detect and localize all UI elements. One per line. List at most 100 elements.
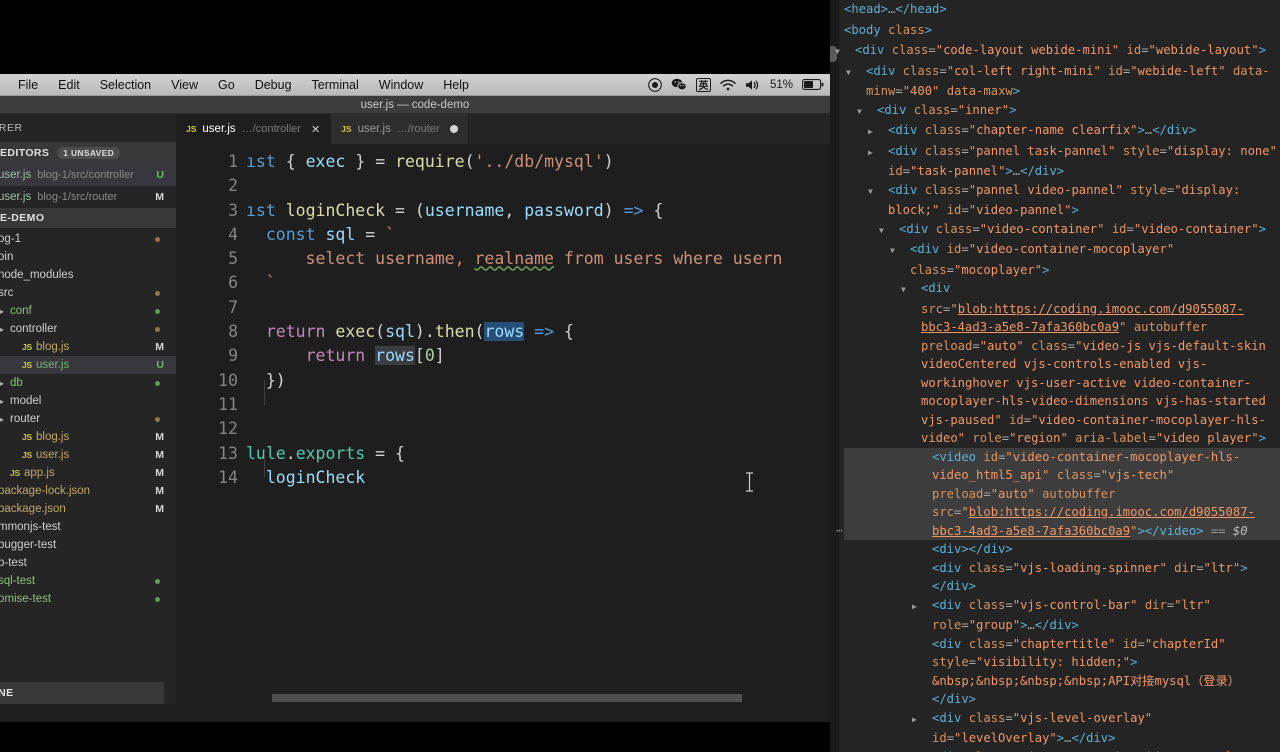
menu-edit[interactable]: Edit	[48, 78, 90, 92]
editor-tab-bar: JS user.js …/controller ✕ JS user.js …/r…	[176, 114, 830, 144]
close-icon[interactable]: ✕	[311, 123, 320, 136]
chevron-right-icon[interactable]	[834, 2, 844, 21]
horizontal-scrollbar[interactable]	[272, 694, 742, 702]
tree-item-omise-test[interactable]: ▸omise-test	[0, 590, 176, 608]
menu-debug[interactable]: Debug	[245, 78, 302, 92]
js-file-icon: JS	[341, 124, 351, 134]
tree-item-blog-js[interactable]: JSblog.jsM	[0, 338, 176, 356]
js-file-icon: JS	[22, 450, 32, 460]
battery-percent-label: 51%	[770, 79, 793, 91]
window-title: user.js — code-demo	[0, 96, 830, 114]
dom-node-markup: <div class="vjs-level-overlay" id="level…	[932, 711, 1160, 746]
tree-item-model[interactable]: ▸model	[0, 392, 176, 410]
dom-node-markup: <div class="col-left right-mini" id="web…	[866, 64, 1270, 99]
volume-icon[interactable]	[745, 79, 761, 91]
tree-item-oin[interactable]: ▸oin	[0, 248, 176, 266]
dom-node-line[interactable]: <div class="chaptertitle" id="chapterId"…	[844, 635, 1280, 672]
git-status-badge: M	[155, 503, 164, 515]
dom-node-line[interactable]: <div src="blob:https://coding.imooc.com/…	[844, 279, 1280, 448]
js-file-icon: JS	[186, 124, 196, 134]
dom-node-line[interactable]: <div class="inner">	[844, 101, 1280, 122]
dom-node-markup: &nbsp;&nbsp;&nbsp;&nbsp;API对接mysql（登录）	[932, 674, 1240, 688]
chevron-down-icon[interactable]	[834, 23, 844, 42]
dom-node-line[interactable]: <head>…</head>	[844, 0, 1280, 21]
dom-tree[interactable]: <head>…</head><body class><div class="co…	[830, 0, 1280, 752]
tree-item-mmonjs-test[interactable]: ▸mmonjs-test	[0, 518, 176, 536]
menu-go[interactable]: Go	[208, 78, 245, 92]
input-method-icon[interactable]: 英	[696, 78, 711, 92]
project-root-header[interactable]: E-DEMO	[0, 208, 176, 228]
tree-item-node-modules[interactable]: ▸node_modules	[0, 266, 176, 284]
chevron-right-icon[interactable]	[922, 711, 932, 730]
tree-item-app-js[interactable]: JSapp.jsM	[0, 464, 176, 482]
tree-item-package-lock-json[interactable]: package-lock.jsonM	[0, 482, 176, 500]
chevron-right-icon[interactable]	[878, 144, 888, 163]
tree-item-og-1[interactable]: ▸og-1	[0, 230, 176, 248]
outline-header[interactable]: LINE	[0, 682, 164, 704]
dom-node-line[interactable]: <div class="pannel task-pannel" style="d…	[844, 142, 1280, 181]
open-editors-header[interactable]: EDITORS 1 UNSAVED	[0, 142, 176, 164]
code-text[interactable]: ıst { exec } = require('../db/mysql') ıs…	[246, 150, 830, 490]
dom-node-line[interactable]: <div></div>	[844, 540, 1280, 559]
tree-item-user-js[interactable]: JSuser.jsU	[0, 356, 176, 374]
tree-item-blog-js[interactable]: JSblog.jsM	[0, 428, 176, 446]
chevron-down-icon[interactable]	[856, 64, 866, 83]
wechat-icon[interactable]	[671, 78, 687, 91]
record-stop-icon[interactable]	[648, 78, 662, 92]
dom-node-line[interactable]: <div class="pannel video-pannel" style="…	[844, 181, 1280, 220]
unsaved-dot-icon[interactable]	[450, 125, 458, 133]
dom-node-line[interactable]: <div class="code-layout webide-mini" id=…	[844, 41, 1280, 62]
tree-item-label: router	[10, 413, 40, 425]
chevron-down-icon[interactable]	[867, 103, 877, 122]
dom-node-line[interactable]: <div class="chapter-name clearfix">…</di…	[844, 121, 1280, 142]
tab-user-js-controller[interactable]: JS user.js …/controller ✕	[176, 114, 331, 144]
menu-view[interactable]: View	[161, 78, 208, 92]
tree-item-db[interactable]: ▸db	[0, 374, 176, 392]
tab-user-js-router[interactable]: JS user.js …/router	[331, 114, 468, 144]
open-editor-row[interactable]: user.js blog-1/src/controller U	[0, 164, 176, 186]
line-number: 13	[176, 442, 238, 466]
line-number: 4	[176, 223, 238, 247]
chevron-down-icon[interactable]	[889, 222, 899, 241]
tree-item-package-json[interactable]: package.json M	[0, 500, 176, 518]
dom-node-line[interactable]: <div class="vjs-level-overlay" id="level…	[844, 709, 1280, 748]
chevron-right-icon[interactable]	[922, 598, 932, 617]
dom-node-line[interactable]: <div id="video-container-mocoplayer" cla…	[844, 240, 1280, 279]
tree-item-controller[interactable]: ▸controller	[0, 320, 176, 338]
dom-node-line[interactable]: <div class="col-left right-mini" id="web…	[844, 62, 1280, 101]
dom-node-line[interactable]: <div class="vjs-loading-spinner" dir="lt…	[844, 559, 1280, 596]
dom-node-line[interactable]: &nbsp;&nbsp;&nbsp;&nbsp;API对接mysql（登录）	[844, 672, 1280, 691]
chevron-down-icon[interactable]	[900, 242, 910, 261]
tab-filename: user.js	[202, 123, 235, 135]
tree-item-sql-test[interactable]: ▸sql-test	[0, 572, 176, 590]
tree-item-p-test[interactable]: ▸p-test	[0, 554, 176, 572]
menu-file[interactable]: File	[8, 78, 48, 92]
open-editor-row[interactable]: user.js blog-1/src/router M	[0, 186, 176, 208]
devtools-elements-panel[interactable]: <head>…</head><body class><div class="co…	[830, 0, 1280, 752]
dom-node-line[interactable]: <div class="vjs-control-bar" dir="ltr" r…	[844, 596, 1280, 635]
dom-node-line[interactable]: <div class="video-container" id="video-c…	[844, 220, 1280, 241]
dom-node-line[interactable]: <video id="video-container-mocoplayer-hl…	[844, 448, 1280, 541]
menu-help[interactable]: Help	[433, 78, 479, 92]
chevron-right-icon[interactable]	[878, 123, 888, 142]
battery-icon[interactable]	[802, 79, 824, 90]
dom-node-markup: <div class="code-layout webide-mini" id=…	[855, 43, 1266, 57]
dom-node-line[interactable]: </div>	[844, 690, 1280, 709]
chevron-down-icon[interactable]	[845, 43, 855, 62]
tree-item-bugger-test[interactable]: ▸bugger-test	[0, 536, 176, 554]
tree-item-conf[interactable]: ▸conf	[0, 302, 176, 320]
tree-item-label: package.json	[0, 503, 66, 515]
menu-terminal[interactable]: Terminal	[302, 78, 369, 92]
code-canvas[interactable]: 1234567891011121314 ıst { exec } = requi…	[176, 144, 830, 704]
open-editor-state: U	[156, 169, 172, 181]
menu-selection[interactable]: Selection	[90, 78, 161, 92]
chevron-down-icon[interactable]	[878, 183, 888, 202]
menu-window[interactable]: Window	[369, 78, 433, 92]
tree-item-user-js[interactable]: JSuser.jsM	[0, 446, 176, 464]
tree-item-src[interactable]: ▸src	[0, 284, 176, 302]
wifi-icon[interactable]	[720, 79, 736, 91]
dom-node-line[interactable]: <body class>	[844, 21, 1280, 42]
tree-item-router[interactable]: ▸router	[0, 410, 176, 428]
chevron-down-icon[interactable]	[911, 281, 921, 300]
dom-node-line[interactable]: <div class="vjs-set-menu-bg" id="setover…	[844, 748, 1280, 752]
